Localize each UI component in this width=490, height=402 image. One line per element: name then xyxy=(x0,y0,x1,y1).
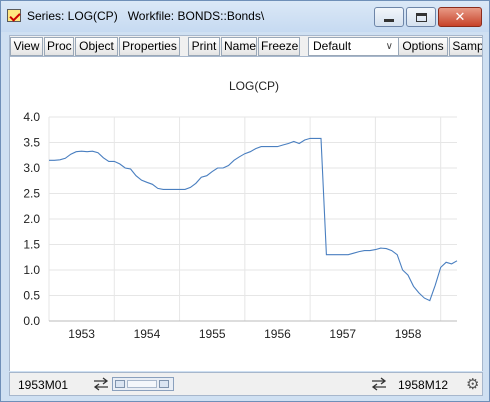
name-button[interactable]: Name xyxy=(221,37,257,56)
y-tick-label: 4.0 xyxy=(23,110,40,124)
y-tick-label: 3.5 xyxy=(23,136,40,150)
x-tick-label: 1955 xyxy=(199,327,226,341)
sample-start-label: 1953M01 xyxy=(18,378,69,392)
object-toolbar: View Proc Object Properties Print Name F… xyxy=(9,35,483,57)
swap-right-icon[interactable] xyxy=(370,376,388,392)
y-tick-label: 3.0 xyxy=(23,161,40,175)
x-axis: 1953 1954 1955 1956 1957 1958 xyxy=(49,320,457,341)
sample-end-label: 1958M12 xyxy=(398,378,449,392)
view-button[interactable]: View xyxy=(10,37,43,56)
graph-view-select-value: Default xyxy=(313,39,352,53)
properties-button[interactable]: Properties xyxy=(119,37,180,56)
slider-left-handle[interactable] xyxy=(115,380,125,388)
x-tick-label: 1958 xyxy=(395,327,422,341)
slider-track[interactable] xyxy=(127,380,157,388)
gear-icon[interactable]: ⚙ xyxy=(466,376,479,392)
sample-button[interactable]: Samp xyxy=(449,37,482,56)
y-tick-label: 2.0 xyxy=(23,212,40,226)
line-chart: LOG(CP) 0.0 0.5 1.0 1.5 2.0 2.5 3.0 3.5 4.0 1953… xyxy=(23,79,458,341)
series-window: Series: LOG(CP) Workfile: BONDS::Bonds\ … xyxy=(0,0,490,402)
object-button[interactable]: Object xyxy=(75,37,118,56)
sample-status-bar: 1953M01 1958M12 ⚙ xyxy=(9,372,483,396)
gridlines xyxy=(48,116,457,322)
title-bar[interactable]: Series: LOG(CP) Workfile: BONDS::Bonds\ … xyxy=(1,1,489,32)
maximize-icon xyxy=(415,12,427,22)
window-title: Series: LOG(CP) Workfile: BONDS::Bonds\ xyxy=(27,9,265,23)
y-tick-label: 0.5 xyxy=(23,289,40,303)
y-tick-label: 0.0 xyxy=(23,314,40,328)
x-tick-label: 1953 xyxy=(68,327,95,341)
graph-panel: LOG(CP) 0.0 0.5 1.0 1.5 2.0 2.5 3.0 3.5 4.0 1953… xyxy=(9,57,483,371)
graph-view-select[interactable]: Default ∨ xyxy=(308,37,400,56)
y-tick-label: 1.0 xyxy=(23,263,40,277)
proc-button[interactable]: Proc xyxy=(44,37,74,56)
chart-title: LOG(CP) xyxy=(229,79,279,93)
swap-left-icon[interactable] xyxy=(92,376,110,392)
y-tick-label: 2.5 xyxy=(23,187,40,201)
y-axis: 0.0 0.5 1.0 1.5 2.0 2.5 3.0 3.5 4.0 xyxy=(23,110,40,328)
chevron-down-icon: ∨ xyxy=(385,41,393,52)
series-window-icon xyxy=(7,9,21,22)
minimize-icon xyxy=(384,18,394,22)
x-tick-label: 1956 xyxy=(264,327,291,341)
y-tick-label: 1.5 xyxy=(23,238,40,252)
freeze-button[interactable]: Freeze xyxy=(258,37,300,56)
print-button[interactable]: Print xyxy=(188,37,220,56)
sample-range-slider[interactable] xyxy=(112,377,174,391)
maximize-button[interactable] xyxy=(406,7,436,27)
options-button[interactable]: Options xyxy=(398,37,448,56)
x-tick-label: 1957 xyxy=(329,327,356,341)
slider-right-handle[interactable] xyxy=(159,380,169,388)
x-tick-label: 1954 xyxy=(134,327,161,341)
close-button[interactable]: ✕ xyxy=(438,7,482,27)
close-icon: ✕ xyxy=(454,9,466,25)
minimize-button[interactable] xyxy=(374,7,404,27)
